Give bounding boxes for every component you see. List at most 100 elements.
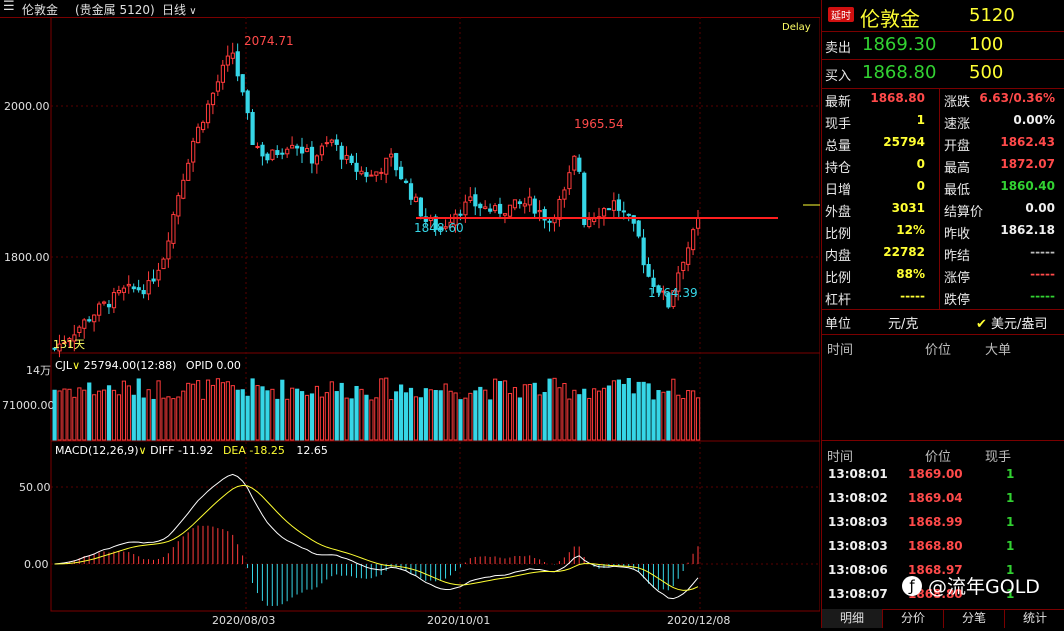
candle-body — [572, 155, 577, 171]
candle-body — [280, 152, 285, 155]
candle-body — [151, 278, 156, 282]
candle-body — [458, 213, 463, 216]
candle-body — [275, 150, 280, 155]
macd-legend: MACD(12,26,9)∨ DIFF -11.92 DEA -18.25 12… — [55, 444, 328, 457]
stat-value: 1872.07 — [1000, 157, 1055, 171]
candle-body — [681, 261, 686, 271]
candlestick-chart[interactable]: 2000.00 1800.00 14万 71000.00 50.00 0.00 … — [0, 16, 821, 628]
high-annotation: 1965.54 — [574, 117, 624, 131]
volume-bar — [240, 389, 245, 441]
quote-stat-row: 日增 0 最低 1860.40 — [822, 177, 1064, 198]
candle-body — [240, 74, 245, 93]
column-header: 时间 — [827, 450, 854, 465]
candle-body — [626, 213, 631, 216]
quote-stat-row: 最新 1868.80 涨跌 6.63/0.36% — [822, 89, 1064, 110]
candle-body — [250, 111, 255, 146]
volume-bar — [102, 389, 107, 441]
candle-body — [309, 146, 315, 164]
tick-time: 13:08:01 — [828, 467, 888, 481]
volume-bar — [201, 398, 206, 441]
candle-body — [319, 145, 324, 156]
volume-bar — [532, 382, 537, 441]
volume-legend-name: CJL — [55, 359, 73, 372]
volume-bar — [542, 391, 547, 441]
volume-bar — [82, 389, 87, 441]
volume-bar — [72, 396, 77, 441]
volume-bar — [582, 388, 587, 441]
column-header: 大单 — [985, 343, 1012, 358]
tab-price[interactable]: 分价 — [883, 609, 944, 628]
date-tick-label: 2020/12/08 — [667, 614, 730, 627]
stat-label: 内盘 — [825, 249, 852, 264]
delay-indicator: Delay — [782, 22, 811, 33]
volume-bar — [413, 396, 419, 441]
ticks-header: 时间 价位 现手 — [822, 444, 1064, 465]
stat-value: 0 — [916, 157, 925, 171]
candle-body — [290, 144, 295, 149]
tab-detail[interactable]: 明细 — [822, 609, 883, 628]
candle-body — [295, 145, 300, 149]
volume-bar — [136, 378, 141, 441]
instrument-category: (贵金属 5120) — [75, 3, 155, 17]
volume-bar — [176, 396, 181, 441]
candle-body — [126, 283, 131, 287]
stat-label: 总量 — [825, 139, 852, 154]
unit-label: 单位 — [825, 317, 852, 332]
unit-option[interactable]: ✔ 美元/盎司 — [976, 313, 1047, 332]
candle-body — [106, 303, 112, 308]
candle-body — [339, 145, 344, 160]
unit-row: 单位 元/克 ✔ 美元/盎司 — [822, 311, 1064, 332]
volume-bar — [557, 387, 562, 441]
candle-body — [488, 208, 493, 212]
period-label: 日线 — [162, 3, 187, 17]
candle-body — [324, 142, 329, 145]
volume-bar — [379, 378, 384, 441]
quote-stat-row: 比例 88% 涨停 ----- — [822, 265, 1064, 286]
candle-body — [631, 215, 636, 224]
volume-bar — [196, 380, 201, 441]
tick-row: 13:08:02 1869.04 1 — [822, 489, 1064, 510]
candle-body — [641, 237, 646, 266]
stat-value: ----- — [1030, 289, 1055, 303]
volume-bar — [230, 385, 235, 441]
candle-body — [527, 196, 532, 206]
menu-icon[interactable]: ☰ — [3, 0, 15, 14]
stat-value: 25794 — [883, 135, 925, 149]
volume-bar — [156, 380, 161, 441]
volume-bar — [493, 378, 498, 441]
candle-body — [562, 189, 567, 200]
volume-bar — [255, 385, 260, 441]
quote-name: 伦敦金 — [860, 7, 920, 31]
volume-bar — [512, 387, 518, 441]
high-annotation: 2074.71 — [244, 34, 294, 48]
volume-bar — [205, 379, 211, 441]
volume-bar — [696, 397, 701, 441]
candle-body — [255, 146, 260, 149]
volume-bar — [641, 381, 646, 441]
volume-bar — [498, 380, 503, 441]
price-panel-frame — [50, 16, 821, 354]
period-selector[interactable]: 日线 ∨ — [162, 1, 197, 18]
candle-body — [235, 51, 240, 77]
volume-bar — [423, 388, 428, 441]
candle-body — [230, 52, 235, 59]
volume-bar — [250, 378, 255, 441]
bigorder-header: 时间 价位 大单 — [822, 337, 1064, 358]
volume-bar — [359, 388, 364, 441]
stat-label: 最低 — [944, 183, 971, 198]
volume-bar — [646, 383, 651, 441]
unit-value[interactable]: 元/克 — [888, 313, 918, 332]
tab-trades[interactable]: 分笔 — [944, 609, 1005, 628]
chart-area[interactable]: 2000.00 1800.00 14万 71000.00 50.00 0.00 … — [0, 16, 821, 628]
candle-body — [349, 155, 354, 164]
stat-value: 0.00 — [1025, 201, 1055, 215]
volume-bar — [220, 382, 226, 441]
volume-bar — [488, 399, 493, 441]
volume-bar — [438, 390, 443, 441]
candle-body — [77, 326, 82, 333]
candle-body — [196, 126, 201, 144]
tick-time: 13:08:03 — [828, 539, 888, 553]
candle-body — [102, 301, 107, 304]
candle-body — [418, 197, 423, 217]
tab-stats[interactable]: 统计 — [1005, 609, 1064, 628]
